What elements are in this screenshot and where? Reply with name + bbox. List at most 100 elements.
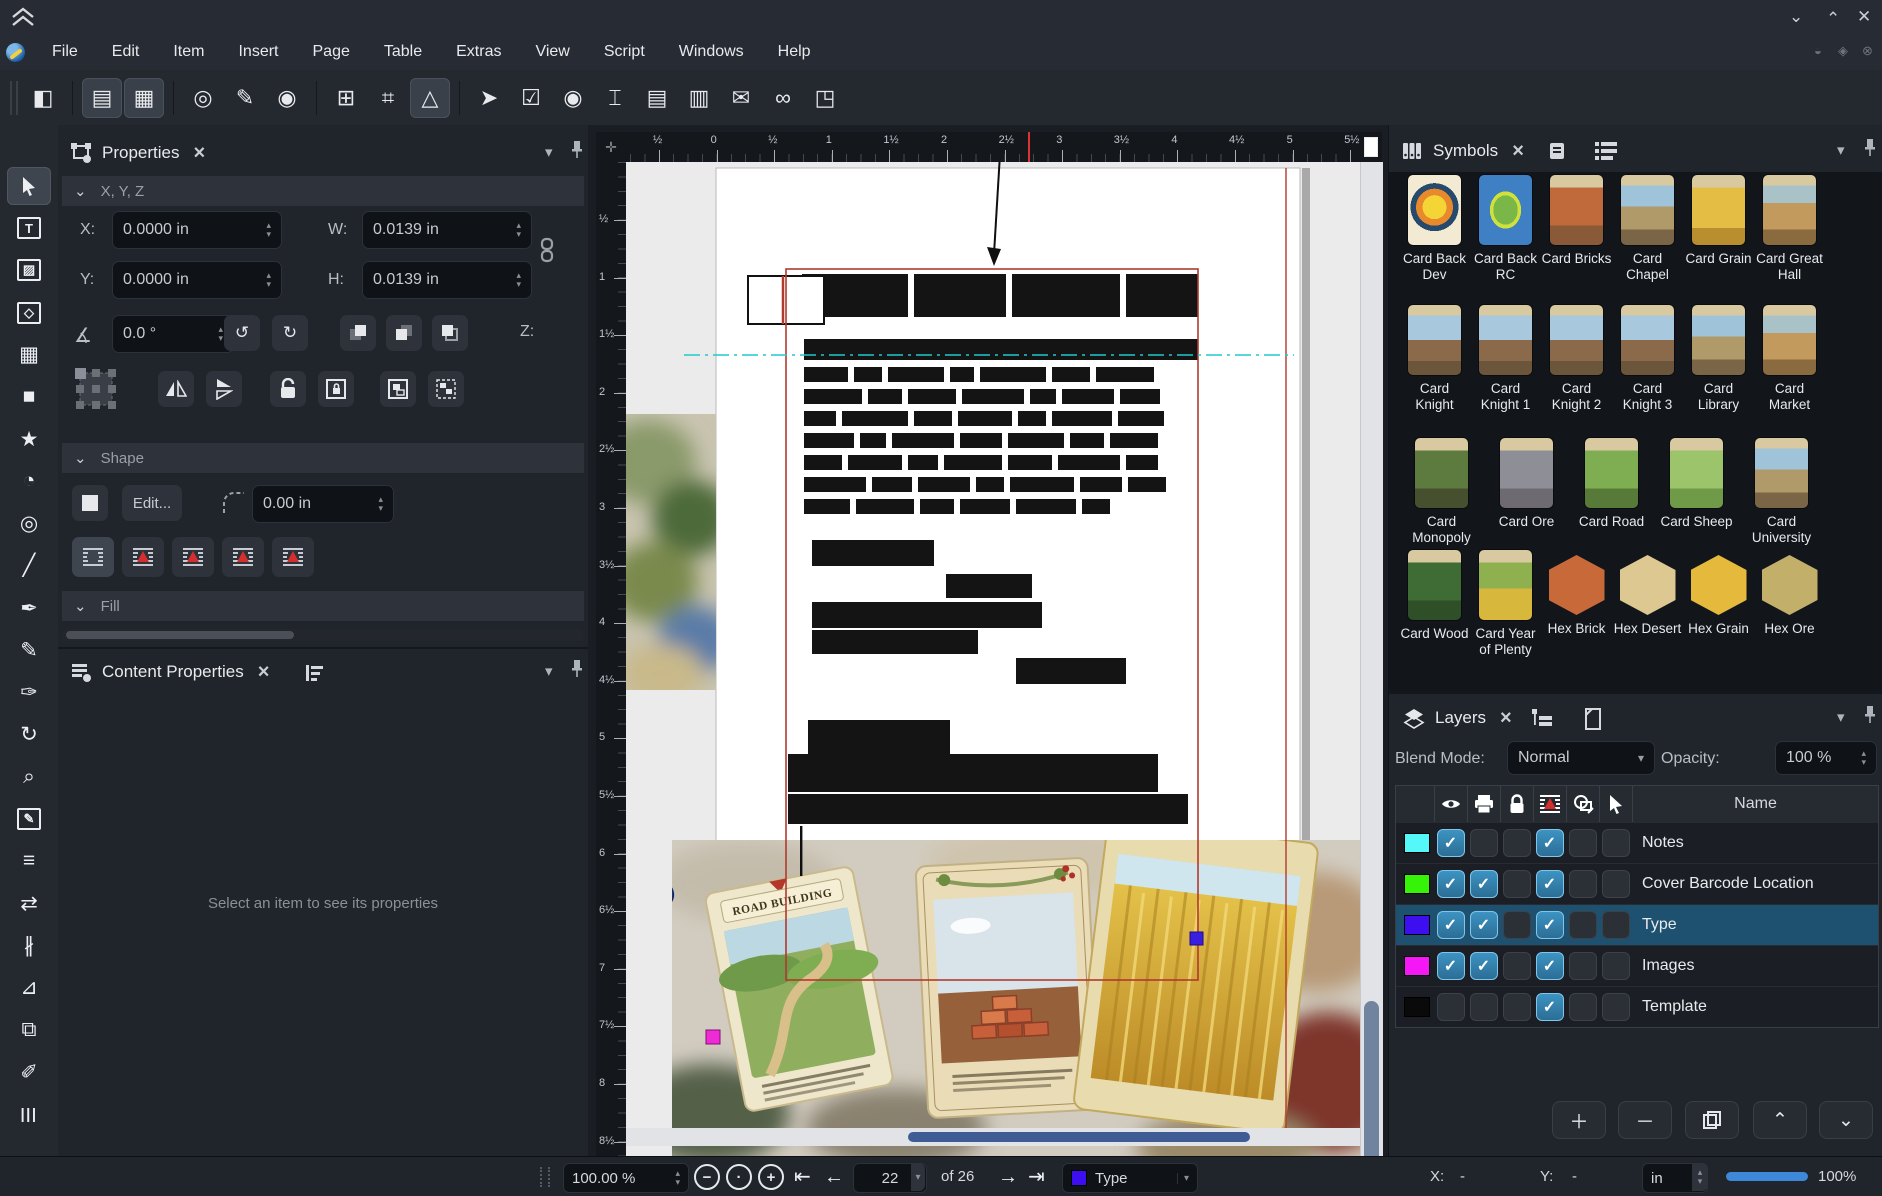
canvas-vscrollbar[interactable]	[1360, 162, 1383, 1156]
properties-pin-icon[interactable]	[570, 139, 584, 159]
symbol-item[interactable]: Card Ore	[1484, 438, 1569, 546]
minimize-icon[interactable]: ⌄	[1789, 8, 1803, 25]
symbol-item[interactable]: Card Year of Plenty	[1470, 550, 1541, 658]
layer-lock-checkbox[interactable]	[1503, 829, 1531, 857]
scroll-corner-box[interactable]	[1360, 132, 1382, 162]
zoom-level-field[interactable]: 100.00 %▴▾	[563, 1163, 689, 1193]
horizontal-ruler[interactable]: ½0½11½22½33½44½55½	[626, 132, 1360, 162]
insert-bezier-curve-tool[interactable]: ✒	[7, 589, 51, 627]
unlink-text-frames-tool[interactable]: ∦	[7, 927, 51, 965]
shape-selector-button[interactable]	[72, 485, 108, 521]
pdf-link-annotation-icon[interactable]: ∞	[763, 78, 803, 118]
vertical-ruler[interactable]: ½11½22½33½44½55½66½77½88½	[596, 162, 626, 1156]
next-page-button[interactable]: →	[998, 1163, 1018, 1191]
text-flow-option-1-button[interactable]	[122, 537, 164, 577]
shape-edit-button[interactable]: Edit...	[122, 485, 182, 521]
symbol-item[interactable]: Card Bricks	[1541, 175, 1612, 283]
document-canvas[interactable]: ROAD BUILDING	[626, 162, 1362, 1156]
pdf-radio-button-icon[interactable]: ◉	[553, 78, 593, 118]
ruler-origin-box[interactable]: ✛	[596, 132, 626, 162]
layer-select-lock-checkbox[interactable]	[1602, 829, 1630, 857]
symbol-item[interactable]: Card Market	[1754, 305, 1825, 413]
snap-to-items-icon[interactable]: △	[410, 78, 450, 118]
lock-object-button[interactable]	[270, 371, 306, 407]
doc-close-icon[interactable]: ⊗	[1862, 44, 1873, 57]
symbol-item[interactable]: Card Knight	[1399, 305, 1470, 413]
layer-select-lock-checkbox[interactable]	[1602, 911, 1630, 939]
layer-visible-checkbox[interactable]	[1437, 829, 1465, 857]
insert-polygon-tool[interactable]: ★	[7, 420, 51, 458]
layer-select-lock-checkbox[interactable]	[1602, 870, 1630, 898]
insert-barcode-tool[interactable]: |||	[7, 1095, 51, 1133]
layer-outline-checkbox[interactable]	[1569, 870, 1597, 898]
previous-page-button[interactable]: ←	[824, 1163, 844, 1191]
menu-insert[interactable]: Insert	[221, 34, 295, 70]
symbol-item[interactable]: Card Knight 2	[1541, 305, 1612, 413]
layer-outline-checkbox[interactable]	[1569, 911, 1597, 939]
section-shape[interactable]: ⌄ Shape	[62, 443, 584, 473]
layer-select-lock-checkbox[interactable]	[1602, 952, 1630, 980]
insert-image-frame-tool[interactable]: ▨	[7, 251, 51, 289]
y-position-field[interactable]: 0.0000 in▴▾	[112, 261, 282, 299]
lower-layer-button[interactable]: ⌄	[1819, 1101, 1873, 1139]
copy-item-properties-tool[interactable]: ⧉	[7, 1011, 51, 1049]
active-layer-select[interactable]: Type ▾	[1062, 1163, 1198, 1193]
section-fill[interactable]: ⌄ Fill	[62, 591, 584, 621]
layer-visible-checkbox[interactable]	[1437, 911, 1465, 939]
symbol-item[interactable]: Card Sheep	[1654, 438, 1739, 546]
pdf-3d-annotation-icon[interactable]: ◳	[805, 78, 845, 118]
x-position-field[interactable]: 0.0000 in▴▾	[112, 211, 282, 249]
layer-row[interactable]: Type	[1396, 904, 1878, 945]
pdf-text-field-icon[interactable]: ⌶	[595, 78, 635, 118]
symbol-item[interactable]: Card Road	[1569, 438, 1654, 546]
canvas-hscrollbar-thumb[interactable]	[908, 1132, 1250, 1142]
symbol-item[interactable]: Hex Ore	[1754, 550, 1825, 658]
page-number-spin[interactable]: ▾	[911, 1163, 925, 1191]
layer-row[interactable]: Notes	[1396, 822, 1878, 863]
properties-scrollbar[interactable]	[62, 629, 584, 641]
layer-text-flow-checkbox[interactable]	[1536, 870, 1564, 898]
symbol-item[interactable]: Card Grain	[1683, 175, 1754, 283]
rotate-cw-button[interactable]: ↻	[272, 315, 308, 351]
edit-contents-tool[interactable]: ✎	[7, 800, 51, 838]
layer-print-checkbox[interactable]	[1470, 870, 1498, 898]
link-wh-chain-icon[interactable]	[536, 237, 558, 263]
height-field[interactable]: 0.0139 in▴▾	[362, 261, 532, 299]
symbol-item[interactable]: Card Great Hall	[1754, 175, 1825, 283]
select-item-tool[interactable]	[7, 167, 51, 205]
layer-visible-checkbox[interactable]	[1437, 870, 1465, 898]
layer-color-swatch[interactable]	[1404, 997, 1430, 1017]
layer-select-lock-checkbox[interactable]	[1602, 993, 1630, 1021]
properties-scrollbar-thumb[interactable]	[66, 631, 294, 639]
close-window-icon[interactable]: ✕	[1857, 8, 1871, 25]
symbol-item[interactable]: Card Knight 1	[1470, 305, 1541, 413]
layer-outline-checkbox[interactable]	[1569, 952, 1597, 980]
text-flow-option-2-button[interactable]	[172, 537, 214, 577]
layer-print-checkbox[interactable]	[1470, 993, 1498, 1021]
toggle-cms-preview-icon[interactable]: ▦	[124, 78, 164, 118]
measurements-tool[interactable]: ⊿	[7, 969, 51, 1007]
layer-lock-checkbox[interactable]	[1503, 870, 1531, 898]
insert-calligraphic-line-tool[interactable]: ✑	[7, 673, 51, 711]
symbols-pin-icon[interactable]	[1863, 137, 1877, 157]
link-text-frames-tool[interactable]: ⇄	[7, 884, 51, 922]
duplicate-layer-button[interactable]	[1685, 1101, 1739, 1139]
zoom-out-button[interactable]: −	[694, 1164, 720, 1190]
menu-script[interactable]: Script	[587, 34, 662, 70]
symbols-close-icon[interactable]: ×	[1512, 140, 1524, 163]
layer-row[interactable]: Template	[1396, 986, 1878, 1027]
images-layer-handle[interactable]	[706, 1030, 720, 1044]
collapse-toolbar-icon[interactable]	[10, 7, 36, 27]
insert-render-frame-tool[interactable]: ◇	[7, 294, 51, 332]
unit-spin[interactable]: ▴▾	[1692, 1163, 1708, 1191]
pdf-checkbox-icon[interactable]: ☑	[511, 78, 551, 118]
maximize-icon[interactable]: ⌃	[1826, 10, 1840, 27]
menu-view[interactable]: View	[518, 34, 586, 70]
canvas-hscrollbar[interactable]	[626, 1128, 1362, 1146]
raise-layer-button[interactable]: ⌃	[1753, 1101, 1807, 1139]
basepoint-selector[interactable]	[72, 365, 122, 415]
section-xyz[interactable]: ⌄ X, Y, Z	[62, 176, 584, 206]
edit-in-preview-icon[interactable]: ✎	[225, 78, 265, 118]
opacity-field[interactable]: 100 %▴▾	[1775, 741, 1877, 775]
layer-text-flow-checkbox[interactable]	[1536, 952, 1564, 980]
